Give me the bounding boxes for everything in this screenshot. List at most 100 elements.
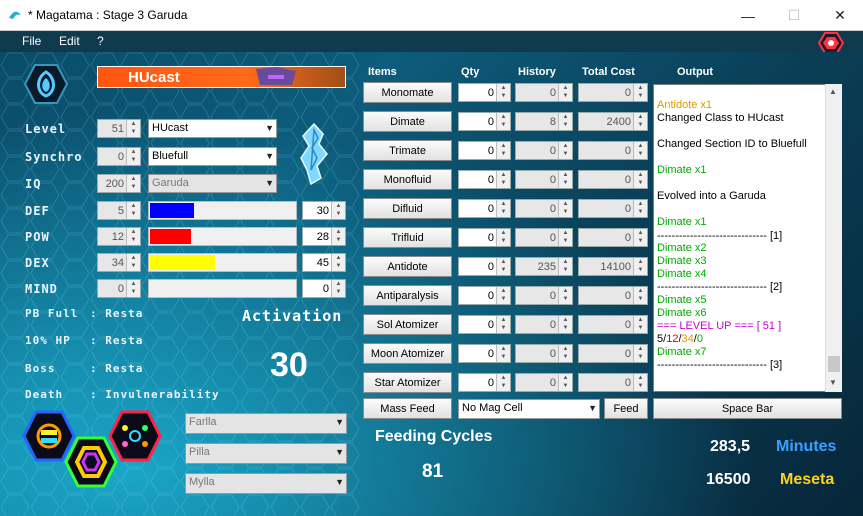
mass-feed-button[interactable]: Mass Feed [363,398,452,419]
cost-spinner: 0 ▲ ▼ [578,228,648,247]
spinner-arrows-icon[interactable]: ▲ ▼ [331,228,345,245]
cost-spinner: 0 ▲ ▼ [578,315,648,334]
spinner-arrows-icon[interactable]: ▲ ▼ [496,200,510,217]
spinner-arrows-icon[interactable]: ▲ ▼ [126,175,140,192]
item-button[interactable]: Dimate [363,111,452,132]
dropdown-arrow-icon: ▼ [265,178,274,188]
spinner-arrows-icon[interactable]: ▲ ▼ [496,345,510,362]
menu-help[interactable]: ? [97,34,104,48]
qty-spinner[interactable]: 0 ▲ ▼ [458,373,511,392]
mag-cell-select[interactable]: No Mag Cell ▼ [458,399,600,419]
stat-label: DEF [25,204,50,218]
item-button[interactable]: Antiparalysis [363,285,452,306]
spinner-arrows-icon[interactable]: ▲ ▼ [496,171,510,188]
character-banner: HUcast [97,66,346,88]
scroll-thumb[interactable] [828,356,840,372]
log-scrollbar[interactable]: ▲ ▼ [825,84,842,392]
item-button[interactable]: Monofluid [363,169,452,190]
menu-file[interactable]: File [22,34,41,48]
spinner-arrows-icon[interactable]: ▲ ▼ [331,254,345,271]
item-button[interactable]: Difluid [363,198,452,219]
item-button[interactable]: Antidote [363,256,452,277]
maximize-button[interactable]: ☐ [771,0,817,31]
spinner-arrows-icon[interactable]: ▲ ▼ [496,258,510,275]
spinner-arrows-icon[interactable]: ▲ ▼ [496,142,510,159]
qty-spinner[interactable]: 0 ▲ ▼ [458,83,511,102]
scroll-up-icon[interactable]: ▲ [829,87,837,96]
cost-spinner: 0 ▲ ▼ [578,141,648,160]
stat-max-spinner[interactable]: 0 ▲ ▼ [302,279,346,298]
spinner-arrows-icon[interactable]: ▲ ▼ [496,229,510,246]
stat-value-spinner[interactable]: 34 ▲ ▼ [97,253,141,272]
level-spinner[interactable]: 51 ▲ ▼ [97,119,141,138]
spinner-arrows-icon[interactable]: ▲ ▼ [496,113,510,130]
item-button[interactable]: Star Atomizer [363,372,452,393]
stat-max-value: 28 [316,230,329,243]
qty-value: 0 [487,376,494,389]
close-button[interactable]: ✕ [817,0,863,31]
trigger-value: : Resta [90,362,144,375]
app-icon [9,11,21,19]
spinner-arrows-icon[interactable]: ▲ ▼ [331,202,345,219]
stat-max-spinner[interactable]: 30 ▲ ▼ [302,201,346,220]
dropdown-arrow-icon[interactable]: ▼ [265,151,274,161]
qty-spinner[interactable]: 0 ▲ ▼ [458,286,511,305]
dropdown-arrow-icon[interactable]: ▼ [265,123,274,133]
spinner-arrows-icon[interactable]: ▲ ▼ [126,202,140,219]
qty-spinner[interactable]: 0 ▲ ▼ [458,228,511,247]
item-button[interactable]: Monomate [363,82,452,103]
history-value: 0 [549,86,556,99]
qty-spinner[interactable]: 0 ▲ ▼ [458,112,511,131]
mag-crystal-icon [300,122,328,186]
spinner-arrows-icon[interactable]: ▲ ▼ [126,120,140,137]
qty-value: 0 [487,202,494,215]
spinner-arrows-icon[interactable]: ▲ ▼ [496,287,510,304]
log-line: Antidote x1 [657,99,713,111]
minimize-button[interactable]: — [725,0,771,31]
spinner-arrows-icon[interactable]: ▲ ▼ [331,280,345,297]
spinner-arrows-icon: ▲ ▼ [558,113,572,130]
space-bar-button[interactable]: Space Bar [653,398,842,419]
stat-max-spinner[interactable]: 45 ▲ ▼ [302,253,346,272]
qty-value: 0 [487,173,494,186]
menu-edit[interactable]: Edit [59,34,80,48]
qty-spinner[interactable]: 0 ▲ ▼ [458,344,511,363]
spinner-arrows-icon[interactable]: ▲ ▼ [496,84,510,101]
synchro-spinner[interactable]: 0 ▲ ▼ [97,147,141,166]
spinner-arrows-icon[interactable]: ▲ ▼ [126,280,140,297]
scroll-down-icon[interactable]: ▼ [829,378,837,387]
spinner-arrows-icon[interactable]: ▲ ▼ [126,148,140,165]
item-button[interactable]: Trifluid [363,227,452,248]
history-value: 0 [549,231,556,244]
spinner-arrows-icon[interactable]: ▲ ▼ [126,254,140,271]
hex-logo-icon[interactable] [818,32,844,54]
qty-spinner[interactable]: 0 ▲ ▼ [458,199,511,218]
qty-spinner[interactable]: 0 ▲ ▼ [458,257,511,276]
stat-value-spinner[interactable]: 12 ▲ ▼ [97,227,141,246]
dropdown-arrow-icon[interactable]: ▼ [588,403,597,413]
qty-spinner[interactable]: 0 ▲ ▼ [458,170,511,189]
iq-spinner[interactable]: 200 ▲ ▼ [97,174,141,193]
qty-spinner[interactable]: 0 ▲ ▼ [458,315,511,334]
section-id-select[interactable]: Bluefull ▼ [148,147,277,166]
stat-value-spinner[interactable]: 0 ▲ ▼ [97,279,141,298]
stat-label: DEX [25,256,50,270]
spinner-arrows-icon[interactable]: ▲ ▼ [496,316,510,333]
qty-value: 0 [487,260,494,273]
cost-value: 0 [624,144,631,157]
cost-spinner: 2400 ▲ ▼ [578,112,648,131]
history-spinner: 0 ▲ ▼ [515,199,573,218]
class-select[interactable]: HUcast ▼ [148,119,277,138]
feed-button[interactable]: Feed [604,398,648,419]
dropdown-arrow-icon: ▼ [335,417,344,427]
cost-value: 0 [624,289,631,302]
spinner-arrows-icon[interactable]: ▲ ▼ [126,228,140,245]
item-button[interactable]: Sol Atomizer [363,314,452,335]
spinner-arrows-icon[interactable]: ▲ ▼ [496,374,510,391]
stat-value-spinner[interactable]: 5 ▲ ▼ [97,201,141,220]
item-button[interactable]: Moon Atomizer [363,343,452,364]
history-value: 0 [549,202,556,215]
stat-max-spinner[interactable]: 28 ▲ ▼ [302,227,346,246]
qty-spinner[interactable]: 0 ▲ ▼ [458,141,511,160]
item-button[interactable]: Trimate [363,140,452,161]
